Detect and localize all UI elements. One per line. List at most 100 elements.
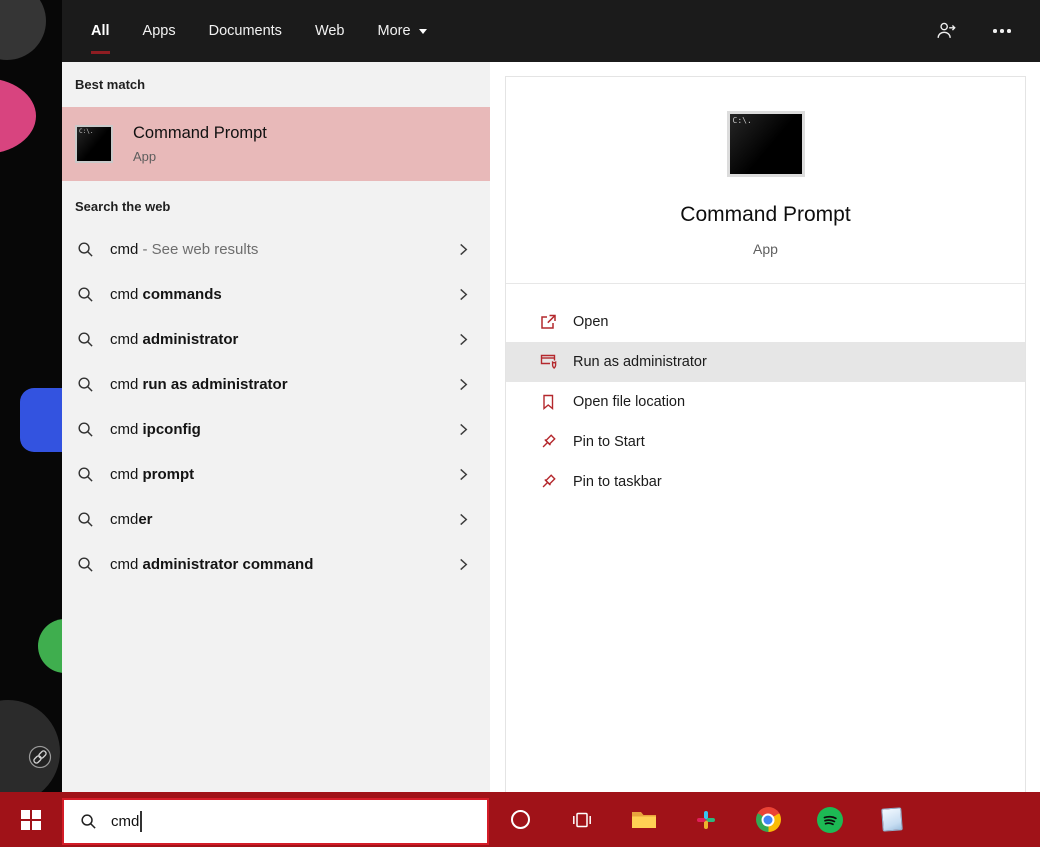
tab-label: Web [315,23,345,39]
suggestion-text: cmd - See web results [110,241,457,258]
best-match-header: Best match [62,62,490,92]
search-suggestion-row[interactable]: cmd prompt [62,452,490,497]
file-explorer-button[interactable] [613,792,675,847]
file-explorer-icon [631,809,657,831]
suggestion-text: cmd administrator [110,331,457,348]
spotify-icon [817,807,843,833]
action-label: Run as administrator [573,354,707,370]
taskbar: cmd [0,792,1040,847]
search-icon [77,331,94,348]
search-icon [77,286,94,303]
open-icon [539,313,557,331]
command-prompt-icon: C:\. [727,111,805,177]
tab-label: All [91,23,110,39]
desktop-wallpaper [0,0,62,792]
user-account-icon[interactable] [934,19,958,43]
action-label: Open [573,314,608,330]
search-icon [80,813,97,830]
tab-label: Apps [143,23,176,39]
wallpaper-shape [0,0,46,60]
search-filter-bar: All Apps Documents Web More [62,0,1040,62]
cortana-button[interactable] [489,792,551,847]
action-label: Pin to Start [573,434,645,450]
search-the-web-header: Search the web [62,199,490,214]
chrome-button[interactable] [737,792,799,847]
spotify-button[interactable] [799,792,861,847]
tab-documents[interactable]: Documents [209,0,282,62]
search-suggestion-row[interactable]: cmd administrator [62,317,490,362]
search-suggestion-row[interactable]: cmd ipconfig [62,407,490,452]
chevron-right-icon[interactable] [457,288,470,301]
pin-icon [539,473,557,491]
chevron-right-icon[interactable] [457,423,470,436]
action-run-as-administrator[interactable]: Run as administrator [506,342,1025,382]
task-view-icon [571,809,593,831]
command-prompt-icon: C:\. [75,125,113,163]
suggestion-text: cmd commands [110,286,457,303]
app-subtitle: App [506,241,1025,257]
search-icon [77,376,94,393]
best-match-item[interactable]: C:\. Command Prompt App [62,107,490,181]
action-pin-to-start[interactable]: Pin to Start [506,422,1025,462]
topbar-actions [934,19,1014,43]
suggestion-text: cmd administrator command [110,556,457,573]
folder-location-icon [539,393,557,411]
search-suggestion-row[interactable]: cmd administrator command [62,542,490,587]
search-suggestion-row[interactable]: cmd - See web results [62,227,490,272]
search-icon [77,556,94,573]
chevron-right-icon[interactable] [457,243,470,256]
best-match-title: Command Prompt [133,124,267,143]
chevron-right-icon[interactable] [457,333,470,346]
search-icon [77,241,94,258]
search-icon [77,466,94,483]
wallpaper-shape [0,78,36,154]
tab-web[interactable]: Web [315,0,345,62]
chevron-right-icon[interactable] [457,558,470,571]
cortana-icon [511,810,530,829]
action-open[interactable]: Open [506,302,1025,342]
task-view-button[interactable] [551,792,613,847]
action-list: Open Run as administrator Open file loca… [506,284,1025,502]
tab-apps[interactable]: Apps [143,0,176,62]
tab-label: More [378,23,411,39]
suggestion-text: cmd run as administrator [110,376,457,393]
chevron-down-icon [419,29,427,34]
search-suggestion-row[interactable]: cmd commands [62,272,490,317]
search-suggestion-row[interactable]: cmd run as administrator [62,362,490,407]
search-flyout: All Apps Documents Web More [62,0,1040,792]
text-caret [140,811,142,832]
notepad-icon [881,807,903,831]
action-label: Open file location [573,394,685,410]
suggestion-text: cmd ipconfig [110,421,457,438]
tab-label: Documents [209,23,282,39]
search-input-value: cmd [111,813,139,830]
taskbar-search-box[interactable]: cmd [62,798,489,845]
chevron-right-icon[interactable] [457,468,470,481]
action-pin-to-taskbar[interactable]: Pin to taskbar [506,462,1025,502]
ellipsis-icon[interactable] [990,19,1014,43]
app-title: Command Prompt [506,203,1025,227]
slack-button[interactable] [675,792,737,847]
wallpaper-shape [20,388,62,452]
windows-logo-icon [21,810,41,830]
chevron-right-icon[interactable] [457,378,470,391]
chrome-icon [756,807,781,832]
pin-icon [539,433,557,451]
notepad-button[interactable] [861,792,923,847]
start-button[interactable] [0,792,62,847]
chevron-right-icon[interactable] [457,513,470,526]
wallpaper-shape [38,619,62,673]
preview-panel: C:\. Command Prompt App Open [505,76,1026,792]
best-match-text: Command Prompt App [133,124,267,164]
tab-more[interactable]: More [378,0,427,62]
results-panel: Best match C:\. Command Prompt App Searc… [62,62,490,792]
action-label: Pin to taskbar [573,474,662,490]
action-open-file-location[interactable]: Open file location [506,382,1025,422]
screen: All Apps Documents Web More [0,0,1040,847]
search-icon [77,511,94,528]
tab-all[interactable]: All [91,0,110,62]
shield-icon [539,353,557,371]
search-suggestion-row[interactable]: cmder [62,497,490,542]
desktop-shortcut-link-icon[interactable] [28,745,52,769]
slack-icon [695,809,717,831]
